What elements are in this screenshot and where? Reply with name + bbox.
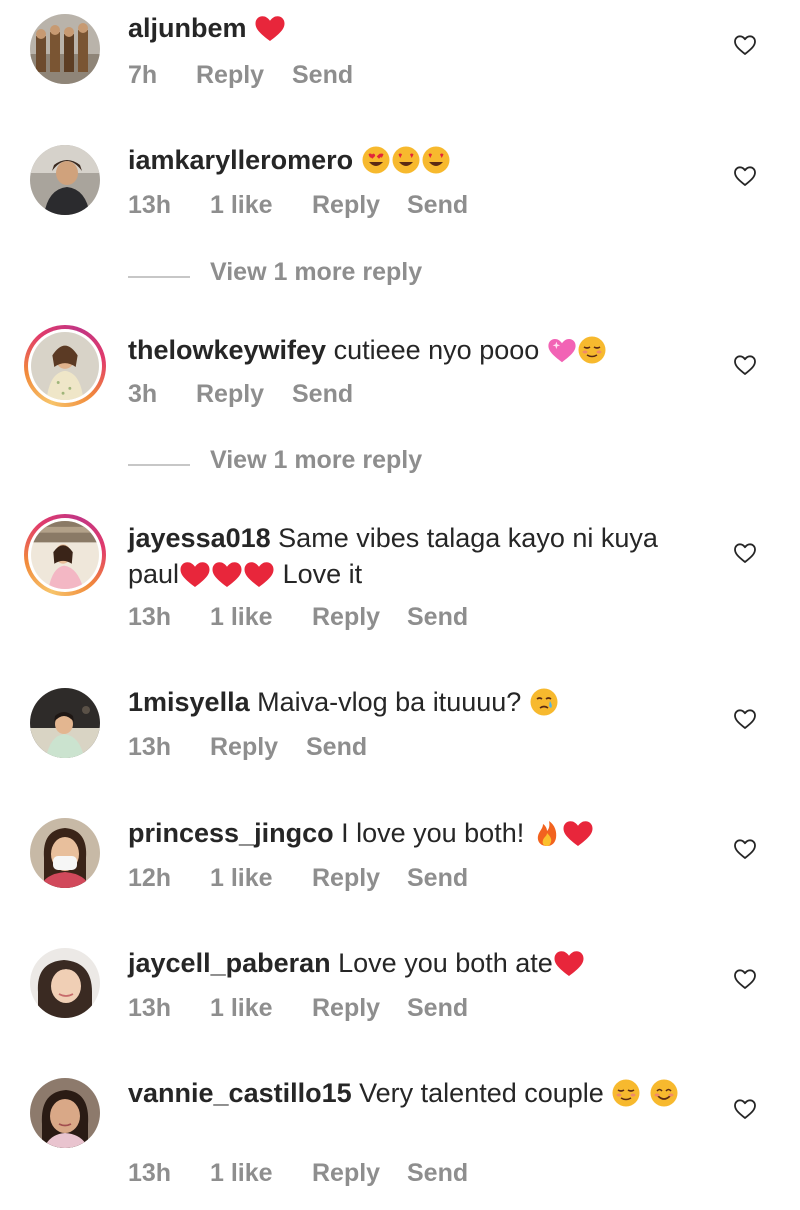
reply-button[interactable]: Reply [312,1159,380,1188]
crying-face-emoji-icon [529,687,559,717]
view-more-replies[interactable]: View 1 more reply [128,446,528,482]
sparkling-heart-emoji-icon [547,335,577,365]
comment-username[interactable]: thelowkeywifey [128,335,326,365]
likes-count[interactable]: 1 like [210,994,273,1023]
comment-text: aljunbem [128,10,708,46]
send-button[interactable]: Send [407,1159,468,1188]
comment-text: jaycell_paberan Love you both ate [128,945,708,981]
comment-body-end: Love it [282,559,363,589]
avatar[interactable] [30,145,100,215]
comment-username[interactable]: vannie_castillo15 [128,1078,352,1108]
comment-text: jayessa018 Same vibes talaga kayo ni kuy… [128,520,708,592]
comment-username[interactable]: iamkarylleromero [128,145,353,175]
avatar[interactable] [30,1078,100,1148]
avatar[interactable] [30,14,100,84]
like-heart-icon[interactable] [733,707,757,731]
comment-time: 13h [128,191,172,219]
comment-time: 13h [128,603,172,631]
like-heart-icon[interactable] [733,353,757,377]
reply-button[interactable]: Reply [312,994,380,1023]
comment-text: iamkarylleromero [128,142,708,178]
likes-count[interactable]: 1 like [210,1159,273,1188]
like-heart-icon[interactable] [733,967,757,991]
comment-time: 13h [128,1159,172,1187]
comment-username[interactable]: 1misyella [128,687,250,717]
avatar-story-ring[interactable] [24,325,106,407]
send-button[interactable]: Send [407,603,468,632]
red-heart-emoji-icon [212,562,242,587]
likes-count[interactable]: 1 like [210,864,273,893]
avatar-story-ring[interactable] [24,514,106,596]
comment-text: princess_jingco I love you both! [128,815,708,851]
send-button[interactable]: Send [306,733,367,762]
reply-button[interactable]: Reply [312,191,380,220]
reply-button[interactable]: Reply [210,733,278,762]
comment-body: Maiva-vlog ba ituuuu? [257,687,522,717]
comment-body: Love you both ate [338,948,553,978]
comment-time: 13h [128,994,172,1022]
fire-emoji-icon [532,818,562,848]
smiling-face-emoji-icon [649,1078,679,1108]
comment-time: 7h [128,61,158,89]
comment-time: 12h [128,864,172,892]
divider [128,464,190,466]
red-heart-emoji-icon [180,562,210,587]
like-heart-icon[interactable] [733,33,757,57]
reply-button[interactable]: Reply [196,61,264,90]
red-heart-emoji-icon [554,951,584,976]
comment-username[interactable]: princess_jingco [128,818,334,848]
relieved-face-emoji-icon [611,1078,641,1108]
comment-username[interactable]: jaycell_paberan [128,948,331,978]
red-heart-emoji-icon [563,821,593,846]
heart-eyes-emoji-icon [421,145,451,175]
comment-body: Very talented couple [359,1078,604,1108]
view-more-label[interactable]: View 1 more reply [210,258,422,287]
heart-eyes-emoji-icon [391,145,421,175]
red-heart-emoji-icon [255,16,285,41]
comment-text: 1misyella Maiva-vlog ba ituuuu? [128,684,708,720]
likes-count[interactable]: 1 like [210,603,273,632]
send-button[interactable]: Send [407,994,468,1023]
view-more-label[interactable]: View 1 more reply [210,446,422,475]
reply-button[interactable]: Reply [312,603,380,632]
comment-username[interactable]: jayessa018 [128,523,271,553]
like-heart-icon[interactable] [733,164,757,188]
reply-button[interactable]: Reply [196,380,264,409]
divider [128,276,190,278]
reply-button[interactable]: Reply [312,864,380,893]
view-more-replies[interactable]: View 1 more reply [128,258,528,294]
comment-body: cutieee nyo pooo [333,335,540,365]
comment-text: thelowkeywifey cutieee nyo pooo [128,332,708,368]
avatar[interactable] [30,688,100,758]
heart-eyes-emoji-icon [361,145,391,175]
comment-text: vannie_castillo15 Very talented couple [128,1075,708,1111]
relieved-face-emoji-icon [577,335,607,365]
like-heart-icon[interactable] [733,837,757,861]
send-button[interactable]: Send [407,864,468,893]
avatar[interactable] [30,948,100,1018]
like-heart-icon[interactable] [733,1097,757,1121]
send-button[interactable]: Send [292,61,353,90]
comment-time: 3h [128,380,158,408]
comment-body: I love you both! [341,818,525,848]
likes-count[interactable]: 1 like [210,191,273,220]
avatar[interactable] [30,818,100,888]
comment-username[interactable]: aljunbem [128,13,247,43]
red-heart-emoji-icon [244,562,274,587]
send-button[interactable]: Send [407,191,468,220]
comment-time: 13h [128,733,172,761]
send-button[interactable]: Send [292,380,353,409]
like-heart-icon[interactable] [733,541,757,565]
